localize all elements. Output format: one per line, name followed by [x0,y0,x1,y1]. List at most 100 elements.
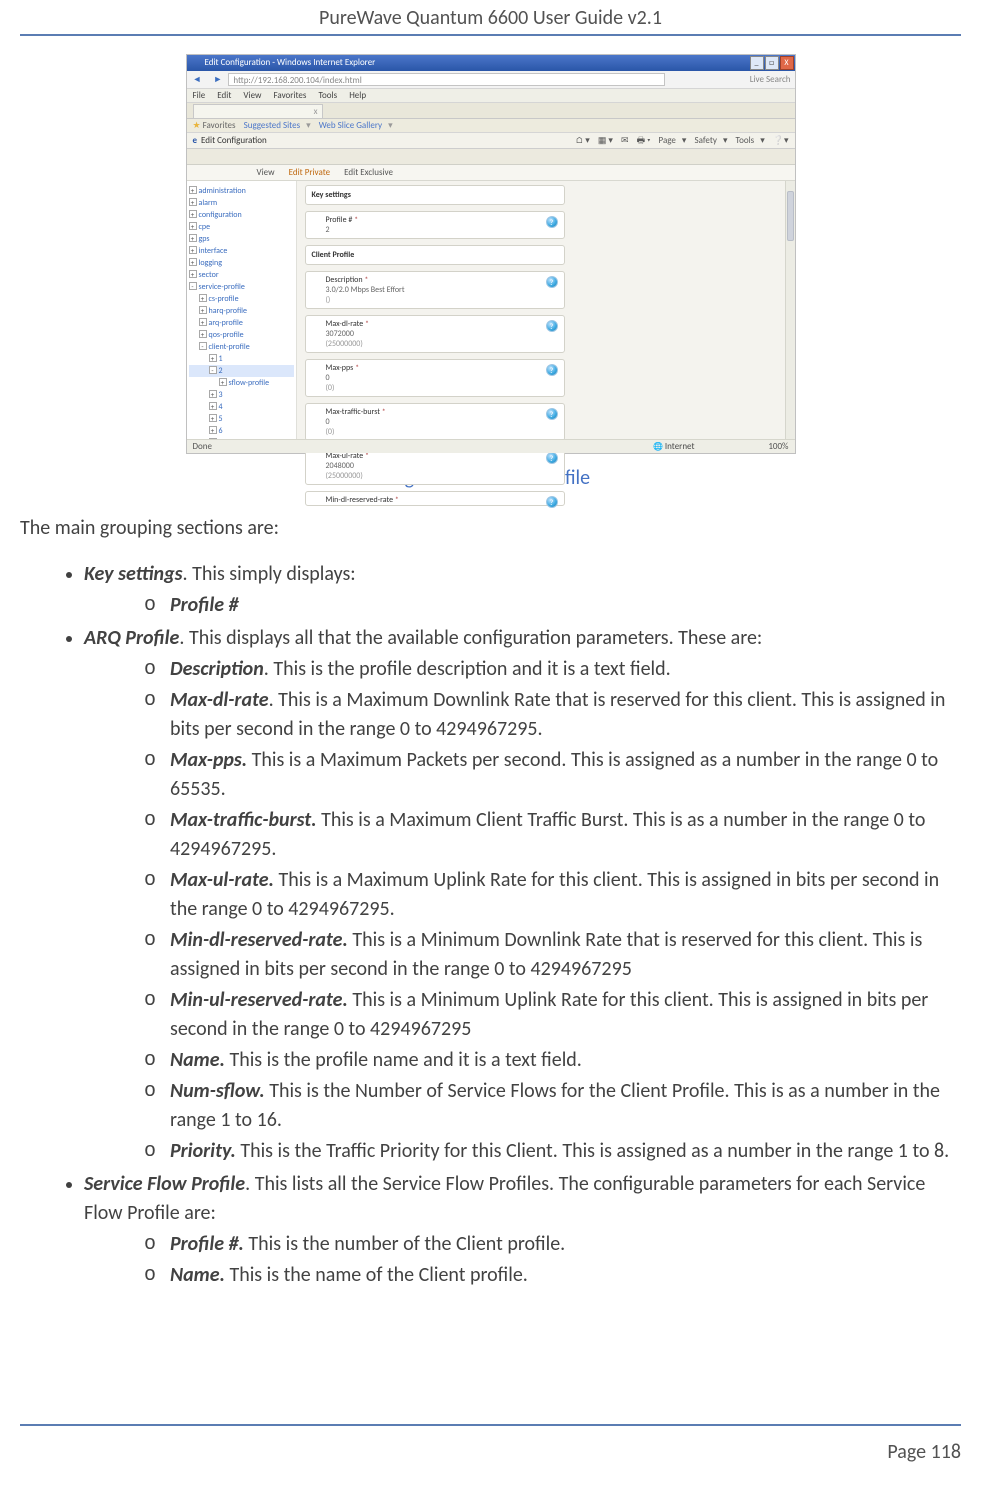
tree-node-3[interactable]: +3 [189,389,294,401]
dropdown-icon[interactable]: ▾ [760,135,765,146]
tree-node-gps[interactable]: +gps [189,233,294,245]
window-maximize-button[interactable]: □ [765,56,779,70]
bullet-text: . This simply displays: [183,562,356,586]
feed-icon[interactable]: ▦ ▾ [598,135,613,146]
nav-back-icon[interactable]: ◄ [187,74,208,85]
action-edit-private[interactable]: Edit Private [289,167,331,178]
window-minimize-button[interactable]: _ [750,56,764,70]
home-icon[interactable]: ⌂ ▾ [575,135,589,146]
collapse-icon[interactable]: - [199,342,207,350]
menu-favorites[interactable]: Favorites [274,90,307,101]
dropdown-icon[interactable]: ▾ [723,135,728,146]
tree-node-administration[interactable]: +administration [189,185,294,197]
tree-node-label: configuration [199,210,242,220]
status-zoom[interactable]: 100% [768,440,788,454]
expand-icon[interactable]: + [199,318,207,326]
screenshot-client-profile: Edit Configuration - Windows Internet Ex… [186,54,796,454]
expand-icon[interactable]: + [189,234,197,242]
print-icon[interactable]: 🖶 ▾ [637,135,651,146]
expand-icon[interactable]: + [189,246,197,254]
web-slice-gallery-link[interactable]: Web Slice Gallery [319,120,382,131]
expand-icon[interactable]: + [209,426,217,434]
collapse-icon[interactable]: - [189,282,197,290]
new-tab[interactable]: x [193,104,323,118]
tree-node-2[interactable]: -2 [189,365,294,377]
tree-node-1[interactable]: +1 [189,353,294,365]
menu-file[interactable]: File [193,90,206,101]
favorites-label[interactable]: Favorites [203,120,236,131]
field-min-dl-reserved-rate: ? Min-dl-reserved-rate * [305,491,565,506]
help-icon[interactable]: ? [546,496,558,508]
expand-icon[interactable]: + [199,294,207,302]
vertical-scrollbar[interactable] [785,181,795,439]
expand-icon[interactable]: + [189,258,197,266]
field-value[interactable]: 3072000 [326,329,558,339]
menu-help[interactable]: Help [349,90,366,101]
tree-node-sflow-profile[interactable]: +sflow-profile [189,377,294,389]
help-icon[interactable]: ? [546,364,558,376]
tree-node-logging[interactable]: +logging [189,257,294,269]
action-view[interactable]: View [257,167,275,178]
tree-node-harq-profile[interactable]: +harq-profile [189,305,294,317]
menu-edit[interactable]: Edit [217,90,231,101]
expand-icon[interactable]: + [209,414,217,422]
action-edit-exclusive[interactable]: Edit Exclusive [344,167,393,178]
mail-icon[interactable]: ✉ [621,135,629,146]
tree-node-5[interactable]: +5 [189,413,294,425]
expand-icon[interactable]: + [189,270,197,278]
suggested-sites-link[interactable]: Suggested Sites [244,120,301,131]
expand-icon[interactable]: + [209,354,217,362]
help-icon[interactable]: ? [546,452,558,464]
tree-node-client-profile[interactable]: -client-profile [189,341,294,353]
expand-icon[interactable]: + [189,198,197,206]
favorites-star-icon[interactable]: ★ [193,120,201,131]
tree-node-configuration[interactable]: +configuration [189,209,294,221]
field-value[interactable]: 2 [326,225,558,235]
sub-list-item: Profile # [144,591,961,620]
help-icon[interactable]: ❔▾ [773,135,789,146]
expand-icon[interactable]: + [199,306,207,314]
dropdown-icon[interactable]: ▾ [682,135,687,146]
collapse-icon[interactable]: - [209,366,217,374]
menu-view[interactable]: View [243,90,261,101]
sub-text: . This is the profile description and it… [264,657,671,681]
tree-node-alarm[interactable]: +alarm [189,197,294,209]
tree-node-interface[interactable]: +interface [189,245,294,257]
help-icon[interactable]: ? [546,216,558,228]
expand-icon[interactable]: + [189,210,197,218]
tree-node-arq-profile[interactable]: +arq-profile [189,317,294,329]
tree-node-4[interactable]: +4 [189,401,294,413]
tree-node-sector[interactable]: +sector [189,269,294,281]
expand-icon[interactable]: + [209,390,217,398]
tree-node-qos-profile[interactable]: +qos-profile [189,329,294,341]
tree-node-6[interactable]: +6 [189,425,294,437]
field-value[interactable]: 3.0/2.0 Mbps Best Effort [326,285,558,295]
field-value[interactable]: 2048000 [326,461,558,471]
dropdown-icon[interactable]: ▾ [306,120,311,131]
menu-tools[interactable]: Tools [318,90,337,101]
scrollbar-thumb[interactable] [787,191,794,241]
field-value[interactable]: 0 [326,373,558,383]
dropdown-icon[interactable]: ▾ [388,120,393,131]
tools-menu[interactable]: Tools [736,135,755,146]
search-box[interactable]: Live Search [665,74,795,85]
help-icon[interactable]: ? [546,276,558,288]
expand-icon[interactable]: + [189,186,197,194]
address-url-field[interactable]: http://192.168.200.104/index.html [228,73,664,86]
field-value[interactable]: 0 [326,417,558,427]
document-tab-title[interactable]: Edit Configuration [201,135,267,146]
page-menu[interactable]: Page [659,135,676,146]
expand-icon[interactable]: + [219,378,227,386]
tree-node-cs-profile[interactable]: +cs-profile [189,293,294,305]
tree-node-service-profile[interactable]: -service-profile [189,281,294,293]
nav-forward-icon[interactable]: ► [207,74,228,85]
expand-icon[interactable]: + [199,330,207,338]
tree-node-cpe[interactable]: +cpe [189,221,294,233]
window-close-button[interactable]: X [780,56,794,70]
help-icon[interactable]: ? [546,320,558,332]
safety-menu[interactable]: Safety [695,135,717,146]
field-default: (0) [326,427,558,437]
help-icon[interactable]: ? [546,408,558,420]
expand-icon[interactable]: + [189,222,197,230]
expand-icon[interactable]: + [209,402,217,410]
